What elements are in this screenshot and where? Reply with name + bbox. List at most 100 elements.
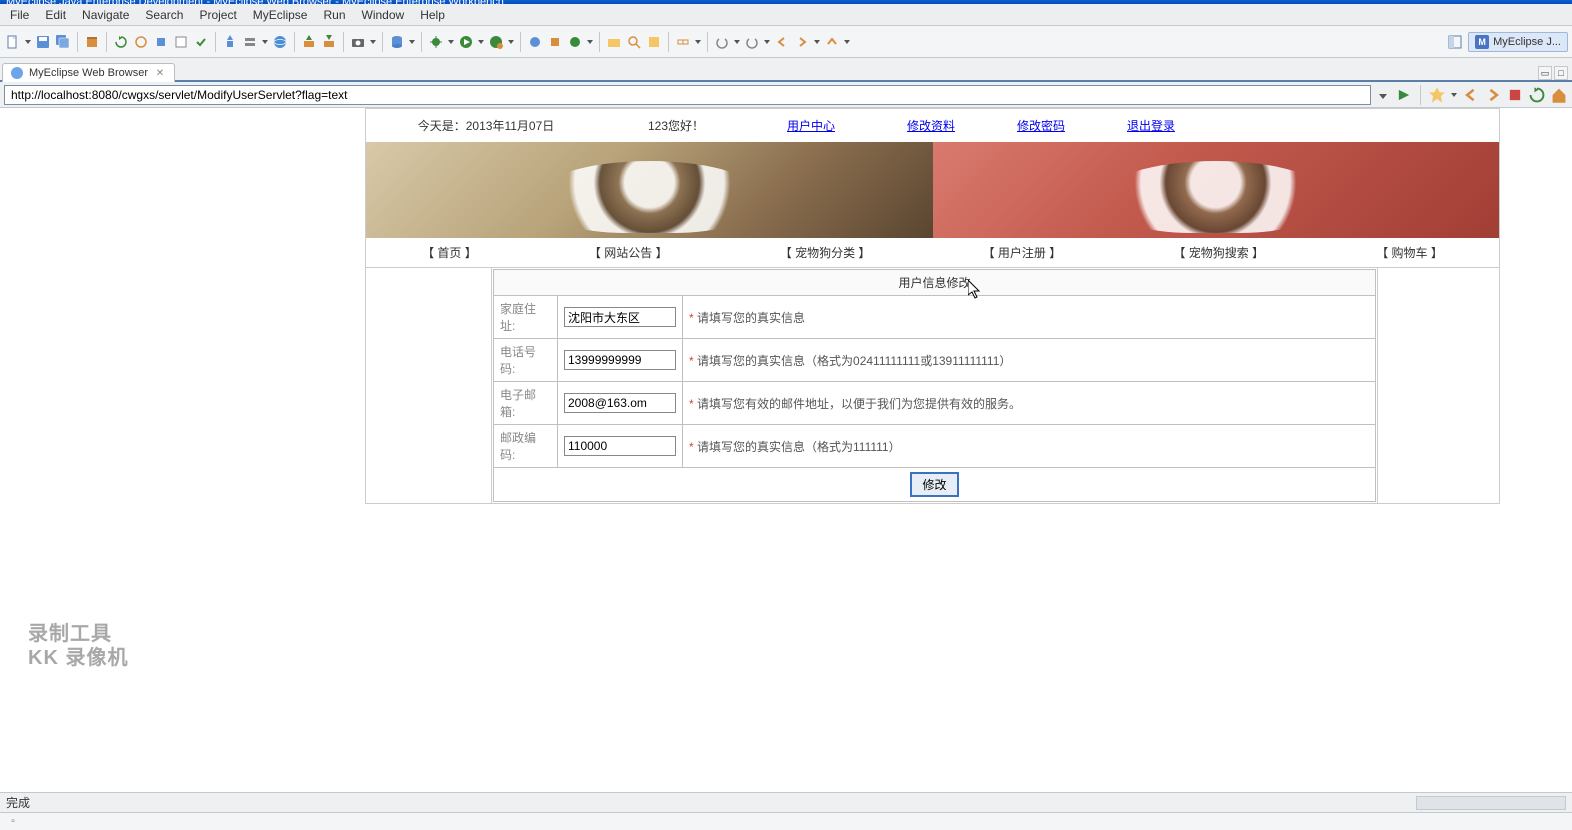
server-dropdown-icon[interactable] xyxy=(261,33,269,51)
home-icon[interactable] xyxy=(1550,86,1568,104)
nav-home[interactable]: 【 首页 】 xyxy=(418,244,481,261)
progress-bar xyxy=(1416,796,1566,810)
tab-browser[interactable]: MyEclipse Web Browser ✕ xyxy=(2,63,175,82)
nav-search[interactable]: 【 宠物狗搜索 】 xyxy=(1169,244,1268,261)
task-icon[interactable] xyxy=(645,33,663,51)
input-postcode[interactable] xyxy=(564,436,676,456)
redo-icon[interactable] xyxy=(743,33,761,51)
hint-phone: 请填写您的真实信息（格式为02411111111或13911111111） xyxy=(697,354,1011,368)
link-modify-info[interactable]: 修改资料 xyxy=(907,119,955,133)
new-dropdown-icon[interactable] xyxy=(24,33,32,51)
menu-edit[interactable]: Edit xyxy=(37,6,74,24)
maximize-view-icon[interactable]: □ xyxy=(1554,66,1568,80)
open-type-dropdown-icon[interactable] xyxy=(586,33,594,51)
nav-cart[interactable]: 【 购物车 】 xyxy=(1372,244,1447,261)
close-icon[interactable]: ✕ xyxy=(154,67,166,79)
run-last-icon[interactable] xyxy=(487,33,505,51)
menu-navigate[interactable]: Navigate xyxy=(74,6,137,24)
input-email[interactable] xyxy=(564,393,676,413)
db-icon[interactable] xyxy=(388,33,406,51)
export-icon[interactable] xyxy=(320,33,338,51)
nav-register[interactable]: 【 用户注册 】 xyxy=(979,244,1066,261)
hint-postcode: 请填写您的真实信息（格式为111111） xyxy=(697,440,901,454)
perspective-label: MyEclipse J... xyxy=(1493,36,1561,48)
banner-dog-right xyxy=(933,142,1500,238)
menu-project[interactable]: Project xyxy=(191,6,244,24)
menu-search[interactable]: Search xyxy=(137,6,191,24)
undo-dropdown-icon[interactable] xyxy=(733,33,741,51)
nav-notice[interactable]: 【 网站公告 】 xyxy=(585,244,672,261)
run-dropdown-icon[interactable] xyxy=(477,33,485,51)
server-icon[interactable] xyxy=(241,33,259,51)
run-icon[interactable] xyxy=(457,33,475,51)
up-dropdown-icon[interactable] xyxy=(843,33,851,51)
favorite-icon[interactable] xyxy=(1428,86,1446,104)
menu-help[interactable]: Help xyxy=(412,6,453,24)
db-dropdown-icon[interactable] xyxy=(408,33,416,51)
debug-icon[interactable] xyxy=(427,33,445,51)
up-icon[interactable] xyxy=(823,33,841,51)
redo-dropdown-icon[interactable] xyxy=(763,33,771,51)
input-phone[interactable] xyxy=(564,350,676,370)
link-icon[interactable] xyxy=(674,33,692,51)
open-perspective-icon[interactable] xyxy=(1446,33,1464,51)
forward-icon[interactable] xyxy=(793,33,811,51)
url-input[interactable] xyxy=(4,85,1371,105)
fwd-dropdown-icon[interactable] xyxy=(813,33,821,51)
import-icon[interactable] xyxy=(300,33,318,51)
package-icon[interactable] xyxy=(83,33,101,51)
greeting: 123您好！ xyxy=(648,119,704,133)
link-dropdown-icon[interactable] xyxy=(694,33,702,51)
back-icon[interactable] xyxy=(773,33,791,51)
input-address[interactable] xyxy=(564,307,676,327)
url-dropdown-icon[interactable] xyxy=(1375,88,1391,102)
row-phone: 电话号码: * 请填写您的真实信息（格式为02411111111或1391111… xyxy=(494,339,1376,382)
refresh-icon[interactable] xyxy=(112,33,130,51)
go-icon[interactable] xyxy=(1395,86,1413,104)
label-phone: 电话号码: xyxy=(494,339,558,382)
debug-dropdown-icon[interactable] xyxy=(447,33,455,51)
menu-file[interactable]: File xyxy=(2,6,37,24)
link-user-center[interactable]: 用户中心 xyxy=(787,119,835,133)
perspective-button[interactable]: M MyEclipse J... xyxy=(1468,32,1568,52)
minimize-view-icon[interactable]: ▭ xyxy=(1538,66,1552,80)
build-icon[interactable] xyxy=(152,33,170,51)
validate-icon[interactable] xyxy=(192,33,210,51)
link-logout[interactable]: 退出登录 xyxy=(1127,119,1175,133)
link-modify-pwd[interactable]: 修改密码 xyxy=(1017,119,1065,133)
user-top-bar: 今天是：2013年11月07日 123您好！ 用户中心 修改资料 修改密码 退出… xyxy=(365,108,1500,142)
required-star-3: * xyxy=(689,397,694,411)
new-pkg-icon[interactable] xyxy=(546,33,564,51)
open-type-icon[interactable] xyxy=(566,33,584,51)
camera-dropdown-icon[interactable] xyxy=(369,33,377,51)
save-all-icon[interactable] xyxy=(54,33,72,51)
menu-run[interactable]: Run xyxy=(315,6,353,24)
new-icon[interactable] xyxy=(4,33,22,51)
editor-tab-bar: MyEclipse Web Browser ✕ ▭ □ xyxy=(0,58,1572,82)
camera-icon[interactable] xyxy=(349,33,367,51)
save-icon[interactable] xyxy=(34,33,52,51)
folder-icon[interactable] xyxy=(605,33,623,51)
search-file-icon[interactable] xyxy=(625,33,643,51)
sync-icon[interactable] xyxy=(132,33,150,51)
form-title: 用户信息修改 xyxy=(494,270,1376,296)
stop-icon[interactable] xyxy=(1506,86,1524,104)
hint-email: 请填写您有效的邮件地址，以便于我们为您提供有效的服务。 xyxy=(697,397,1021,411)
new-class-icon[interactable] xyxy=(526,33,544,51)
browser-viewport: 今天是：2013年11月07日 123您好！ 用户中心 修改资料 修改密码 退出… xyxy=(0,108,1572,792)
row-postcode: 邮政编码: * 请填写您的真实信息（格式为111111） xyxy=(494,425,1376,468)
run-last-dropdown-icon[interactable] xyxy=(507,33,515,51)
fast-view-icon[interactable]: ▫ xyxy=(6,815,20,829)
menu-myeclipse[interactable]: MyEclipse xyxy=(245,6,316,24)
fav-dropdown-icon[interactable] xyxy=(1450,86,1458,104)
reload-icon[interactable] xyxy=(1528,86,1546,104)
undo-icon[interactable] xyxy=(713,33,731,51)
nav-back-icon[interactable] xyxy=(1462,86,1480,104)
nav-forward-icon[interactable] xyxy=(1484,86,1502,104)
nav-category[interactable]: 【 宠物狗分类 】 xyxy=(776,244,875,261)
submit-button[interactable]: 修改 xyxy=(910,472,958,497)
script-icon[interactable] xyxy=(172,33,190,51)
menu-window[interactable]: Window xyxy=(354,6,413,24)
globe-icon[interactable] xyxy=(271,33,289,51)
deploy-icon[interactable] xyxy=(221,33,239,51)
